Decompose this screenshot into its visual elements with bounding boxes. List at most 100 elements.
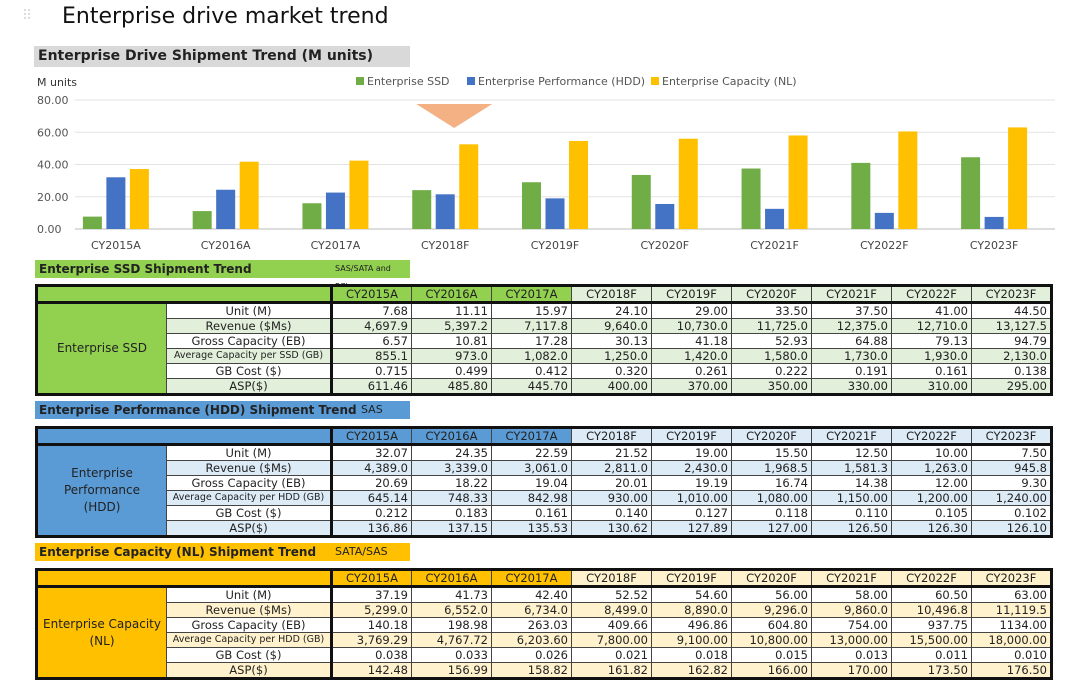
metric-label: Unit (M) bbox=[166, 302, 333, 319]
y-tick-label: 60.00 bbox=[37, 126, 69, 139]
data-table: CY2015A CY2016A CY2017A CY2018F CY2019F CY202… bbox=[35, 426, 1053, 538]
value-cell: 9,100.00 bbox=[651, 632, 732, 648]
value-cell: 400.00 bbox=[571, 378, 652, 395]
table-header-row: CY2015A CY2016A CY2017A CY2018F CY2019F CY202… bbox=[36, 427, 1052, 446]
value-cell: 0.161 bbox=[891, 363, 972, 379]
data-table: CY2015A CY2016A CY2017A CY2018F CY2019F CY202… bbox=[35, 284, 1053, 396]
value-cell: 24.35 bbox=[411, 444, 492, 461]
value-cell: 0.412 bbox=[491, 363, 572, 379]
legend-entry: Enterprise Performance (HDD) bbox=[478, 75, 645, 88]
page-title: Enterprise drive market trend bbox=[62, 4, 389, 29]
metric-label: Gross Capacity (EB) bbox=[166, 617, 333, 633]
value-cell: 9.30 bbox=[971, 475, 1052, 491]
column-header: CY2016A bbox=[411, 285, 492, 304]
value-cell: 20.01 bbox=[571, 475, 652, 491]
value-cell: 170.00 bbox=[811, 662, 892, 679]
value-cell: 930.00 bbox=[571, 490, 652, 506]
column-header: CY2018F bbox=[571, 285, 652, 304]
value-cell: 6,734.0 bbox=[491, 602, 572, 618]
value-cell: 1,580.0 bbox=[731, 348, 812, 364]
metric-label: Average Capacity per HDD (GB) bbox=[166, 632, 333, 648]
value-cell: 58.00 bbox=[811, 586, 892, 603]
logo-mark: ⠿ bbox=[22, 8, 33, 24]
shipment-chart: M units 0.00 20.00 40.00 60.00 80.00 CY2015A CY… bbox=[37, 75, 1055, 252]
value-cell: 142.48 bbox=[331, 662, 412, 679]
value-cell: 15,500.00 bbox=[891, 632, 972, 648]
value-cell: 2,811.0 bbox=[571, 460, 652, 476]
value-cell: 60.50 bbox=[891, 586, 972, 603]
table-row: Enterprise Capacity (NL) Unit (M) 37.19 41.… bbox=[36, 586, 1052, 679]
column-header: CY2021F bbox=[811, 427, 892, 446]
bar-enterprise-ssd-cy2017a bbox=[302, 203, 322, 229]
annotation-triangle-marker bbox=[416, 104, 493, 128]
value-cell: 9,296.0 bbox=[731, 602, 812, 618]
value-cell: 13,127.5 bbox=[971, 318, 1052, 334]
value-cell: 198.98 bbox=[411, 617, 492, 633]
value-cell: 37.19 bbox=[331, 586, 412, 603]
value-cell: 1134.00 bbox=[971, 617, 1052, 633]
value-cell: 7.68 bbox=[331, 302, 412, 319]
legend-swatch bbox=[467, 77, 475, 85]
bar-enterprise-ssd-cy2015a bbox=[82, 216, 102, 229]
value-cell: 1,420.0 bbox=[651, 348, 732, 364]
value-cell: 7,800.00 bbox=[571, 632, 652, 648]
value-cell: 94.79 bbox=[971, 333, 1052, 349]
value-cell: 0.222 bbox=[731, 363, 812, 379]
value-cell: 10,730.0 bbox=[651, 318, 732, 334]
value-cell: 0.018 bbox=[651, 647, 732, 663]
value-cell: 16.74 bbox=[731, 475, 812, 491]
metric-label: Unit (M) bbox=[166, 444, 333, 461]
section-subtitle: SAS bbox=[361, 403, 383, 416]
value-cell: 937.75 bbox=[891, 617, 972, 633]
value-cell: 130.62 bbox=[571, 520, 652, 537]
value-cell: 0.499 bbox=[411, 363, 492, 379]
value-cell: 855.1 bbox=[331, 348, 412, 364]
value-cell: 8,890.0 bbox=[651, 602, 732, 618]
metric-label: Gross Capacity (EB) bbox=[166, 333, 333, 349]
value-cell: 33.50 bbox=[731, 302, 812, 319]
bar-enterprise-performance-hdd--cy2022f bbox=[874, 212, 894, 229]
value-cell: 166.00 bbox=[731, 662, 812, 679]
section-title: Enterprise SSD Shipment Trend bbox=[39, 262, 252, 276]
data-table: CY2015A CY2016A CY2017A CY2018F CY2019F CY202… bbox=[35, 568, 1053, 680]
table-section-header: Enterprise SSD Shipment Trend SAS/SATA an… bbox=[35, 260, 410, 291]
bar-enterprise-capacity-nl--cy2017a bbox=[349, 160, 369, 229]
header-blank-cell bbox=[36, 569, 333, 588]
metric-label: Average Capacity per SSD (GB) bbox=[166, 348, 333, 364]
value-cell: 173.50 bbox=[891, 662, 972, 679]
value-cell: 79.13 bbox=[891, 333, 972, 349]
value-cell: 136.86 bbox=[331, 520, 412, 537]
bar-enterprise-ssd-cy2021f bbox=[741, 168, 761, 229]
value-cell: 7,117.8 bbox=[491, 318, 572, 334]
column-header: CY2023F bbox=[971, 427, 1052, 446]
metric-label: Gross Capacity (EB) bbox=[166, 475, 333, 491]
value-cell: 12.00 bbox=[891, 475, 972, 491]
column-header: CY2017A bbox=[491, 285, 572, 304]
column-header: CY2016A bbox=[411, 569, 492, 588]
table-row: Gross Capacity (EB) 140.18 198.98 263.03 409… bbox=[37, 617, 1052, 633]
value-cell: 20.69 bbox=[331, 475, 412, 491]
metric-label: GB Cost ($) bbox=[166, 505, 333, 521]
bar-enterprise-capacity-nl--cy2015a bbox=[129, 169, 149, 229]
value-cell: 63.00 bbox=[971, 586, 1052, 603]
value-cell: 0.021 bbox=[571, 647, 652, 663]
value-cell: 140.18 bbox=[331, 617, 412, 633]
value-cell: 945.8 bbox=[971, 460, 1052, 476]
bar-enterprise-ssd-cy2018f bbox=[412, 190, 432, 229]
chart-title: Enterprise Drive Shipment Trend (M units… bbox=[34, 46, 410, 67]
value-cell: 4,767.72 bbox=[411, 632, 492, 648]
value-cell: 2,430.0 bbox=[651, 460, 732, 476]
value-cell: 0.191 bbox=[811, 363, 892, 379]
table-row: Gross Capacity (EB) 6.57 10.81 17.28 30.13 41… bbox=[37, 333, 1052, 349]
value-cell: 0.105 bbox=[891, 505, 972, 521]
value-cell: 3,061.0 bbox=[491, 460, 572, 476]
value-cell: 1,082.0 bbox=[491, 348, 572, 364]
value-cell: 10.00 bbox=[891, 444, 972, 461]
value-cell: 973.0 bbox=[411, 348, 492, 364]
table-section-header: Enterprise Performance (HDD) Shipment Tr… bbox=[35, 401, 410, 419]
row-group-label: Enterprise SSD bbox=[36, 302, 167, 395]
value-cell: 0.161 bbox=[491, 505, 572, 521]
value-cell: 54.60 bbox=[651, 586, 732, 603]
bar-enterprise-performance-hdd--cy2018f bbox=[435, 194, 455, 229]
table-row: Average Capacity per HDD (GB) 3,769.29 4,7… bbox=[37, 632, 1052, 648]
